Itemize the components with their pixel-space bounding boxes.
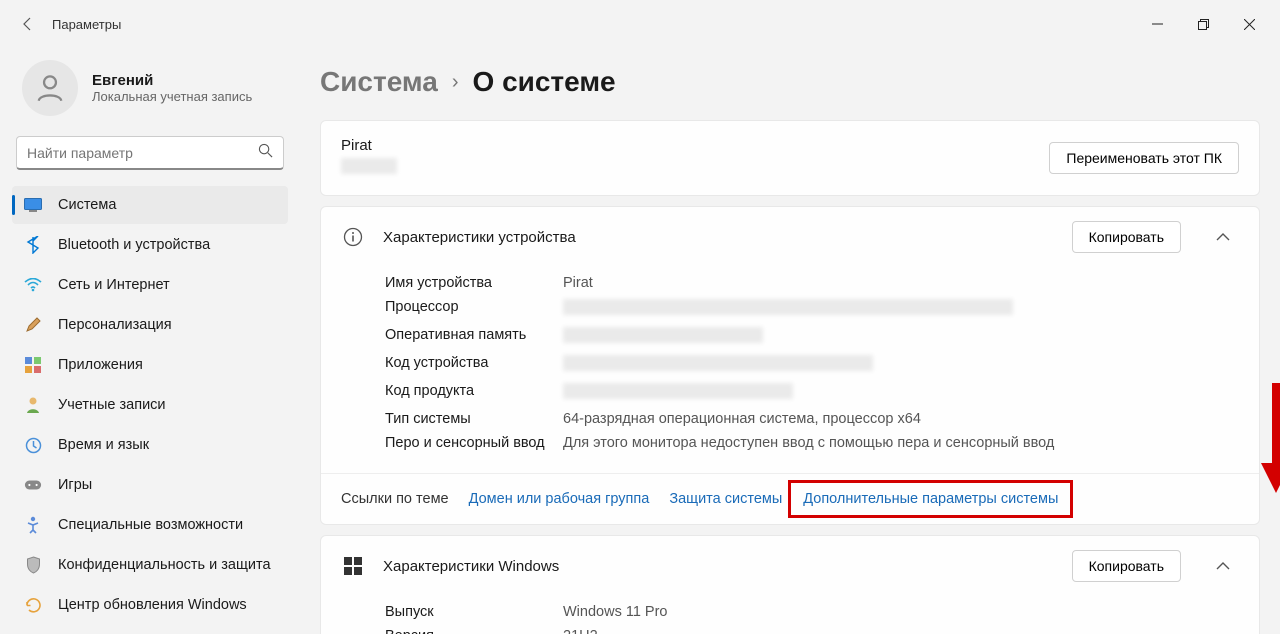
chevron-up-icon[interactable] xyxy=(1207,221,1239,253)
copy-windows-spec-button[interactable]: Копировать xyxy=(1072,550,1181,582)
sidebar-item-label: Конфиденциальность и защита xyxy=(58,557,271,573)
spec-row: Процессор xyxy=(385,295,1239,323)
links-label: Ссылки по теме xyxy=(341,491,449,507)
sidebar-item-label: Персонализация xyxy=(58,317,172,333)
back-button[interactable] xyxy=(8,4,48,44)
sidebar-item-bluetooth[interactable]: Bluetooth и устройства xyxy=(12,226,288,264)
sidebar-item-label: Центр обновления Windows xyxy=(58,597,247,613)
sidebar-item-label: Учетные записи xyxy=(58,397,166,413)
link-protection[interactable]: Защита системы xyxy=(669,491,782,507)
sidebar-item-label: Система xyxy=(58,197,116,213)
windows-spec-title: Характеристики Windows xyxy=(383,558,1054,575)
windows-icon xyxy=(341,557,365,575)
sidebar-item-privacy[interactable]: Конфиденциальность и защита xyxy=(12,546,288,584)
avatar xyxy=(22,60,78,116)
device-spec-title: Характеристики устройства xyxy=(383,229,1054,246)
bluetooth-icon xyxy=(24,236,42,254)
sidebar-item-label: Приложения xyxy=(58,357,143,373)
sidebar-item-network[interactable]: Сеть и Интернет xyxy=(12,266,288,304)
sidebar-item-update[interactable]: Центр обновления Windows xyxy=(12,586,288,624)
sidebar-item-accounts[interactable]: Учетные записи xyxy=(12,386,288,424)
sidebar-item-time[interactable]: Время и язык xyxy=(12,426,288,464)
breadcrumb: Система › О системе xyxy=(320,48,1260,120)
chevron-right-icon: › xyxy=(452,71,459,94)
maximize-button[interactable] xyxy=(1180,8,1226,40)
clock-icon xyxy=(24,436,42,454)
user-subtitle: Локальная учетная запись xyxy=(92,89,252,104)
shield-icon xyxy=(24,556,42,574)
spec-row: Код продукта xyxy=(385,379,1239,407)
spec-row: ВыпускWindows 11 Pro xyxy=(385,600,1239,624)
sidebar-item-label: Bluetooth и устройства xyxy=(58,237,210,253)
window-title: Параметры xyxy=(52,17,121,32)
close-button[interactable] xyxy=(1226,8,1272,40)
user-name: Евгений xyxy=(92,72,252,89)
search-box[interactable] xyxy=(16,136,284,170)
spec-row: Оперативная память xyxy=(385,323,1239,351)
sidebar-item-apps[interactable]: Приложения xyxy=(12,346,288,384)
chevron-up-icon[interactable] xyxy=(1207,550,1239,582)
sidebar-item-gaming[interactable]: Игры xyxy=(12,466,288,504)
apps-icon xyxy=(24,356,42,374)
sidebar-item-accessibility[interactable]: Специальные возможности xyxy=(12,506,288,544)
pc-name: Pirat xyxy=(341,137,397,154)
spec-row: Имя устройстваPirat xyxy=(385,271,1239,295)
pc-model-blurred xyxy=(341,158,397,174)
sidebar-item-label: Сеть и Интернет xyxy=(58,277,170,293)
search-input[interactable] xyxy=(27,145,258,161)
spec-row: Перо и сенсорный вводДля этого монитора … xyxy=(385,431,1239,455)
link-advanced-system[interactable]: Дополнительные параметры системы xyxy=(803,491,1058,507)
brush-icon xyxy=(24,316,42,334)
highlight-annotation: Дополнительные параметры системы xyxy=(788,480,1073,518)
rename-pc-button[interactable]: Переименовать этот ПК xyxy=(1049,142,1239,174)
wifi-icon xyxy=(24,276,42,294)
page-title: О системе xyxy=(473,66,616,98)
spec-row: Код устройства xyxy=(385,351,1239,379)
breadcrumb-parent[interactable]: Система xyxy=(320,66,438,98)
spec-row: Тип системы64-разрядная операционная сис… xyxy=(385,407,1239,431)
update-icon xyxy=(24,596,42,614)
sidebar-item-label: Время и язык xyxy=(58,437,149,453)
user-block[interactable]: Евгений Локальная учетная запись xyxy=(12,48,288,136)
minimize-button[interactable] xyxy=(1134,8,1180,40)
info-icon xyxy=(341,227,365,247)
sidebar-item-label: Специальные возможности xyxy=(58,517,243,533)
person-icon xyxy=(24,396,42,414)
link-domain[interactable]: Домен или рабочая группа xyxy=(469,491,650,507)
search-icon xyxy=(258,143,273,163)
sidebar-item-personalization[interactable]: Персонализация xyxy=(12,306,288,344)
accessibility-icon xyxy=(24,516,42,534)
system-icon xyxy=(24,196,42,214)
sidebar-item-system[interactable]: Система xyxy=(12,186,288,224)
sidebar-item-label: Игры xyxy=(58,477,92,493)
spec-row: Версия21H2 xyxy=(385,624,1239,634)
game-icon xyxy=(24,476,42,494)
copy-device-spec-button[interactable]: Копировать xyxy=(1072,221,1181,253)
